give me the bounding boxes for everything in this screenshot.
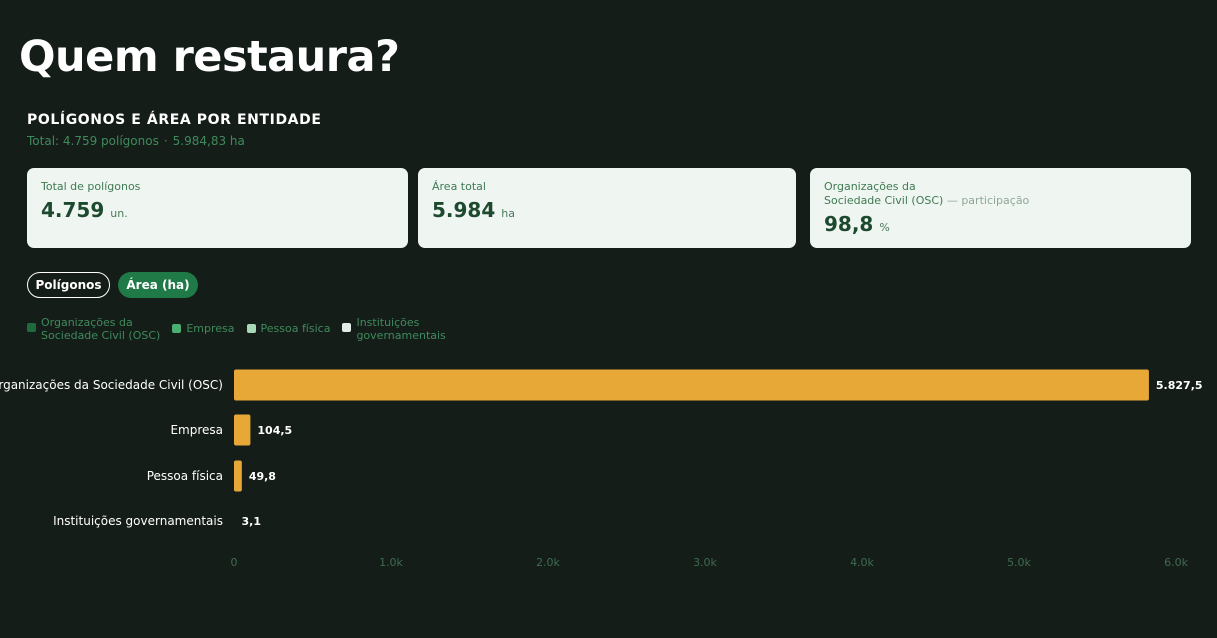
bar	[234, 369, 1149, 401]
category-label: Instituições governamentais	[53, 514, 223, 528]
x-tick-label: 6.0k	[1164, 556, 1188, 569]
category-label: Empresa	[170, 423, 223, 437]
value-label: 3,1	[241, 515, 261, 528]
x-tick-label: 4.0k	[850, 556, 874, 569]
page: Quem restaura? POLÍGONOS E ÁREA POR ENTI…	[0, 0, 1217, 638]
value-label: 49,8	[249, 470, 276, 483]
value-label: 104,5	[257, 424, 292, 437]
category-label: Pessoa física	[147, 469, 223, 483]
x-tick-label: 1.0k	[379, 556, 403, 569]
x-tick-label: 5.0k	[1007, 556, 1031, 569]
x-tick-label: 2.0k	[536, 556, 560, 569]
category-label: Organizações da Sociedade Civil (OSC)	[0, 378, 223, 392]
bar	[234, 460, 242, 492]
value-label: 5.827,5	[1156, 379, 1203, 392]
x-tick-label: 0	[231, 556, 238, 569]
bar-chart: Organizações da Sociedade Civil (OSC) 5.8…	[0, 369, 1203, 569]
bar	[234, 414, 251, 446]
x-tick-label: 3.0k	[693, 556, 717, 569]
